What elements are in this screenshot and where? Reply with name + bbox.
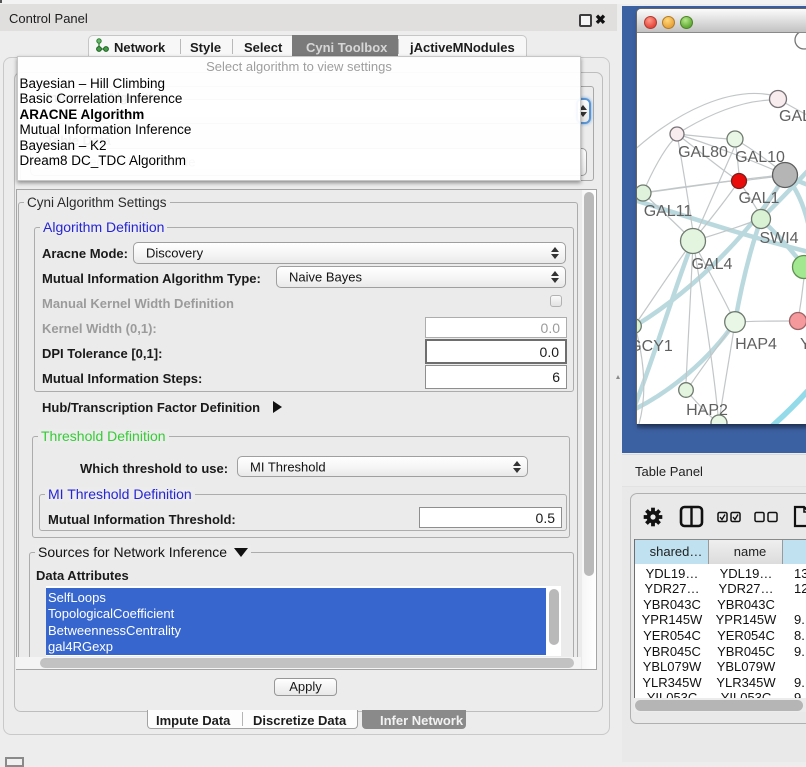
svg-text:SWI4: SWI4 <box>759 230 798 247</box>
svg-text:HAP2: HAP2 <box>686 402 728 419</box>
svg-text:HAP4: HAP4 <box>735 336 777 353</box>
svg-text:GAL10: GAL10 <box>735 149 785 166</box>
svg-text:GAL11: GAL11 <box>644 203 693 220</box>
svg-text:GAL80: GAL80 <box>678 144 728 161</box>
svg-text:GAL4: GAL4 <box>692 256 733 273</box>
svg-text:GAL1: GAL1 <box>739 190 780 207</box>
svg-text:GCY1: GCY1 <box>637 338 673 355</box>
svg-text:Y: Y <box>800 336 806 353</box>
svg-text:GAL2: GAL2 <box>779 108 806 125</box>
